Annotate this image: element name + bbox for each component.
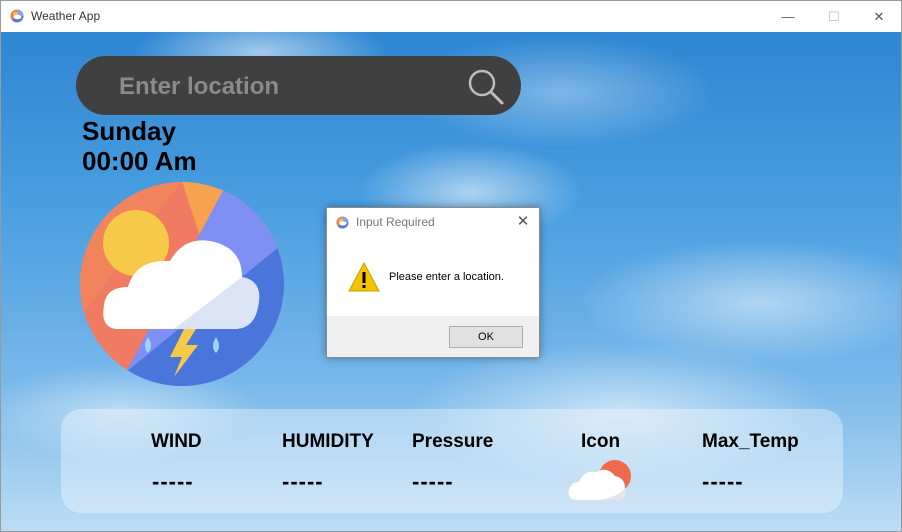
dialog-close-button[interactable]: ✕	[513, 212, 533, 232]
maximize-icon: ☐	[828, 8, 840, 24]
search-bar[interactable]: Enter location	[76, 56, 521, 115]
app-logo-icon	[336, 216, 349, 229]
wind-label: WIND	[151, 431, 202, 452]
weather-logo-icon	[80, 182, 284, 386]
dialog-title: Input Required	[356, 215, 435, 229]
wind-value: -----	[152, 469, 194, 494]
cloud-sun-icon	[568, 460, 631, 500]
ok-button-label: OK	[478, 331, 494, 343]
pressure-value: -----	[412, 469, 454, 494]
app-logo-icon	[10, 9, 24, 23]
maximize-button[interactable]: ☐	[811, 1, 857, 32]
dialog-footer: OK	[327, 316, 539, 357]
window-title: Weather App	[31, 9, 101, 23]
close-icon: ✕	[516, 213, 530, 230]
input-required-dialog: Input Required ✕ Please enter a location…	[326, 207, 540, 358]
humidity-label: HUMIDITY	[282, 431, 374, 452]
minimize-icon: —	[781, 9, 795, 24]
time-label: 00:00 Am	[82, 146, 197, 176]
icon-label: Icon	[581, 431, 621, 452]
warning-icon	[348, 261, 380, 292]
search-input[interactable]: Enter location	[119, 73, 279, 101]
max-temp-label: Max_Temp	[702, 431, 799, 452]
close-icon: ✕	[873, 8, 885, 24]
ok-button[interactable]: OK	[449, 326, 523, 348]
search-icon[interactable]	[466, 68, 506, 106]
day-label: Sunday	[82, 116, 176, 146]
pressure-label: Pressure	[412, 431, 494, 452]
max-temp-value: -----	[702, 469, 744, 494]
humidity-value: -----	[282, 469, 324, 494]
minimize-button[interactable]: —	[765, 1, 811, 32]
dialog-message: Please enter a location.	[389, 271, 504, 283]
title-bar[interactable]: Weather App — ☐ ✕	[1, 1, 901, 32]
info-panel: WIND ----- HUMIDITY ----- Pressure -----…	[61, 409, 843, 513]
close-button[interactable]: ✕	[856, 1, 901, 32]
